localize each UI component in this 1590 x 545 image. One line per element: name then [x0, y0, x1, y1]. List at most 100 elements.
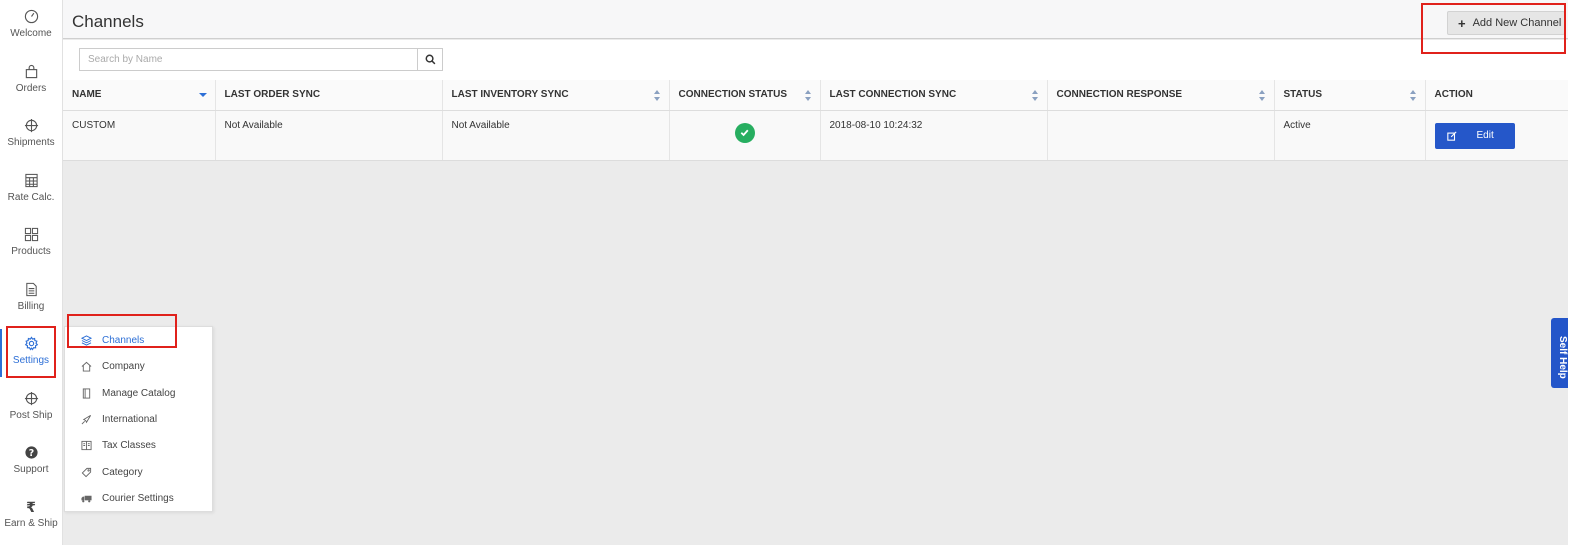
column-label: CONNECTION RESPONSE	[1056, 89, 1183, 101]
dashboard-icon	[0, 9, 62, 27]
column-header-action: ACTION	[1425, 80, 1590, 111]
search-bar	[63, 40, 1590, 80]
submenu-label: Courier Settings	[102, 492, 174, 504]
cell-name: CUSTOM	[63, 110, 216, 161]
column-label: NAME	[72, 89, 102, 101]
page-title: Channels	[72, 12, 144, 31]
question-icon: ?	[0, 445, 62, 463]
column-header-last-connection-sync[interactable]: LAST CONNECTION SYNC	[820, 80, 1048, 111]
column-label: CONNECTION STATUS	[678, 89, 788, 101]
submenu-label: International	[102, 413, 158, 425]
right-edge	[1568, 0, 1590, 545]
sort-icon	[1409, 90, 1417, 101]
sort-icon	[653, 90, 661, 101]
submenu-label: Category	[102, 466, 143, 478]
tag-icon	[80, 466, 92, 478]
submenu-label: Channels	[102, 334, 145, 346]
plane-icon	[80, 413, 92, 425]
nav-item-settings[interactable]: Settings	[0, 327, 62, 379]
page-header: Channels + Add New Channel	[63, 0, 1590, 39]
column-label: LAST CONNECTION SYNC	[829, 89, 957, 101]
sort-icon	[1258, 90, 1266, 101]
sort-desc-icon	[198, 93, 207, 97]
home-icon	[80, 360, 92, 372]
submenu-item-category[interactable]: Category	[65, 459, 212, 485]
plus-icon: +	[1458, 15, 1466, 31]
nav-label: Support	[13, 464, 49, 475]
sort-icon	[1031, 90, 1039, 101]
layers-icon	[80, 334, 92, 346]
nav-label: Settings	[12, 355, 50, 366]
nav-item-earn-ship[interactable]: ₹ Earn & Ship	[0, 490, 62, 542]
nav-item-rate-calc[interactable]: Rate Calc.	[0, 164, 62, 216]
add-new-channel-label: Add New Channel	[1472, 17, 1562, 29]
channels-table: NAME LAST ORDER SYNC LAST INVENTORY SYNC…	[63, 80, 1590, 161]
nav-item-products[interactable]: Products	[0, 218, 62, 270]
book-icon	[80, 387, 92, 399]
edit-icon	[1446, 130, 1457, 141]
column-label: ACTION	[1434, 89, 1473, 101]
nav-label: Earn & Ship	[4, 518, 58, 529]
cell-connection-status	[669, 110, 821, 161]
document-icon	[0, 282, 62, 300]
cell-connection-response	[1047, 110, 1275, 161]
submenu-item-tax-classes[interactable]: Tax Classes	[65, 432, 212, 458]
settings-submenu: Channels Company Manage Catalog Internat…	[64, 326, 213, 512]
submenu-item-company[interactable]: Company	[65, 353, 212, 379]
columns-icon	[80, 439, 92, 451]
cell-last-order-sync: Not Available	[215, 110, 443, 161]
calculator-icon	[0, 173, 62, 191]
sidebar: Welcome Orders Shipments Rate Calc. Prod…	[0, 0, 63, 545]
table-header-row: NAME LAST ORDER SYNC LAST INVENTORY SYNC…	[63, 80, 1590, 111]
grid-icon	[0, 227, 62, 245]
nav-item-shipments[interactable]: Shipments	[0, 109, 62, 161]
sort-icon	[804, 90, 812, 101]
crosshair-icon	[0, 391, 62, 409]
edit-button[interactable]: Edit	[1434, 122, 1515, 149]
search-input[interactable]	[79, 48, 417, 71]
edit-label: Edit	[1476, 130, 1494, 141]
nav-item-billing[interactable]: Billing	[0, 273, 62, 325]
bag-icon	[0, 64, 62, 82]
column-header-connection-status[interactable]: CONNECTION STATUS	[669, 80, 821, 111]
nav-item-orders[interactable]: Orders	[0, 55, 62, 107]
column-header-connection-response[interactable]: CONNECTION RESPONSE	[1047, 80, 1275, 111]
search-icon	[425, 54, 435, 65]
submenu-item-channels[interactable]: Channels	[65, 327, 212, 353]
column-header-status[interactable]: STATUS	[1274, 80, 1426, 111]
rupee-icon: ₹	[26, 500, 36, 516]
submenu-item-manage-catalog[interactable]: Manage Catalog	[65, 380, 212, 406]
table-row: CUSTOM Not Available Not Available 2018-…	[63, 110, 1590, 161]
submenu-item-international[interactable]: International	[65, 406, 212, 432]
cell-status: Active	[1274, 110, 1426, 161]
gear-icon	[0, 336, 62, 354]
crosshair-icon	[0, 118, 62, 136]
nav-label: Orders	[15, 83, 47, 94]
nav-item-welcome[interactable]: Welcome	[0, 0, 62, 52]
add-new-channel-button[interactable]: + Add New Channel	[1447, 11, 1565, 35]
nav-label: Products	[11, 246, 51, 257]
submenu-label: Company	[102, 360, 145, 372]
submenu-label: Tax Classes	[102, 439, 156, 451]
nav-label: Billing	[17, 301, 45, 312]
submenu-item-courier-settings[interactable]: Courier Settings	[65, 485, 212, 511]
submenu-label: Manage Catalog	[102, 387, 176, 399]
search-button[interactable]	[417, 48, 443, 71]
self-help-tab[interactable]: Self Help	[1551, 318, 1568, 388]
truck-icon	[80, 492, 92, 504]
nav-label: Welcome	[10, 28, 52, 39]
cell-last-connection-sync: 2018-08-10 10:24:32	[820, 110, 1048, 161]
nav-item-post-ship[interactable]: Post Ship	[0, 382, 62, 434]
column-header-last-inventory-sync[interactable]: LAST INVENTORY SYNC	[442, 80, 670, 111]
nav-label: Post Ship	[9, 410, 53, 421]
nav-label: Rate Calc.	[7, 192, 55, 203]
nav-item-support[interactable]: ? Support	[0, 436, 62, 488]
connected-check-icon	[734, 122, 755, 143]
cell-last-inventory-sync: Not Available	[442, 110, 670, 161]
column-label: STATUS	[1283, 89, 1323, 101]
cell-action: Edit	[1425, 110, 1590, 161]
column-header-name[interactable]: NAME	[63, 80, 216, 111]
svg-text:?: ?	[28, 448, 33, 459]
column-label: LAST ORDER SYNC	[224, 89, 321, 101]
column-header-last-order-sync[interactable]: LAST ORDER SYNC	[215, 80, 443, 111]
